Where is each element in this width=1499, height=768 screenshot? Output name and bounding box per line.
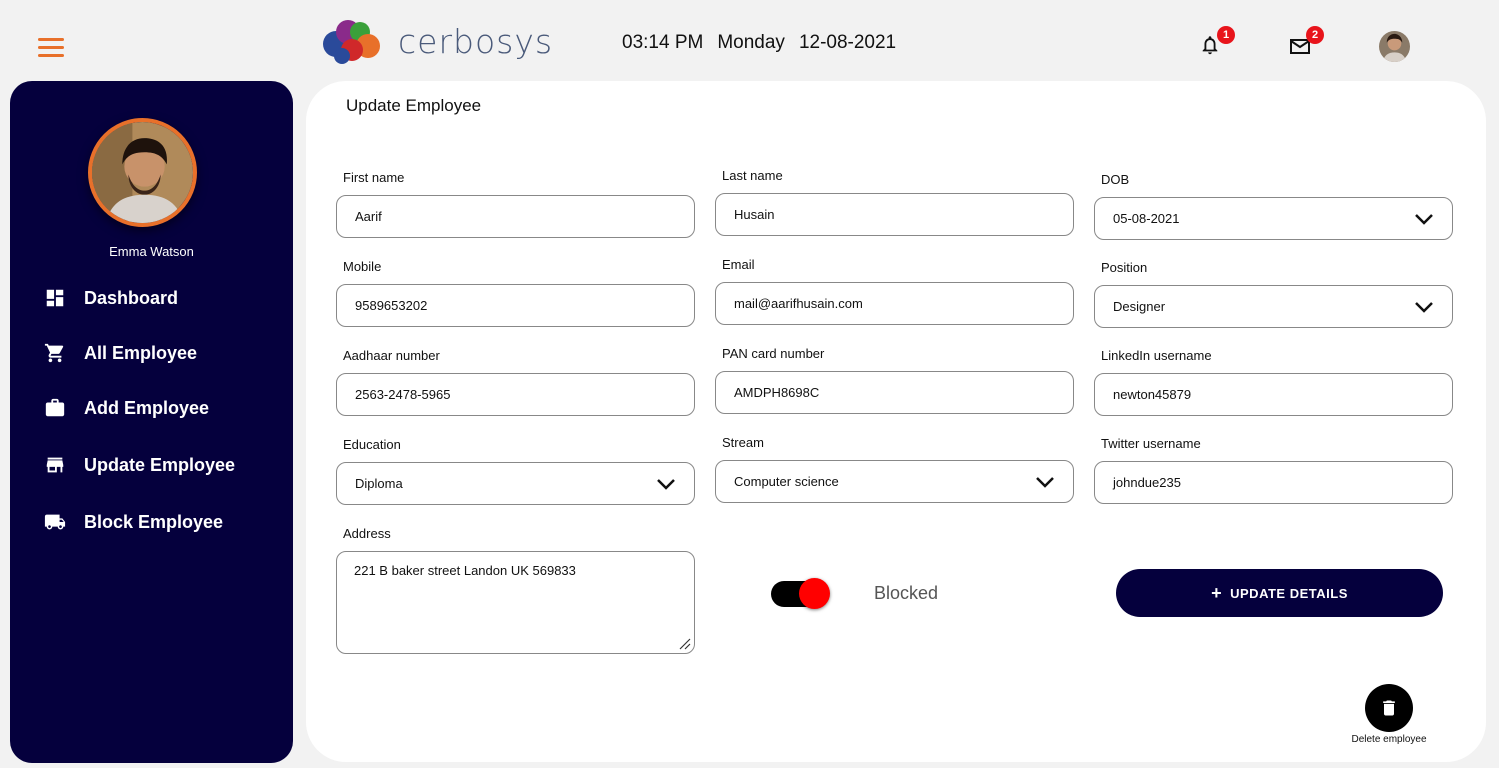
stream-select[interactable]: Computer science: [715, 460, 1074, 503]
chevron-down-icon: [1415, 301, 1433, 313]
twitter-label: Twitter username: [1101, 436, 1201, 451]
notifications-button[interactable]: 1: [1199, 26, 1235, 60]
delete-employee-label: Delete employee: [1351, 734, 1427, 745]
delete-employee-button[interactable]: [1365, 684, 1413, 732]
toggle-knob: [799, 578, 830, 609]
first-name-label: First name: [343, 170, 405, 185]
education-field: Education Diploma: [336, 437, 695, 505]
messages-button[interactable]: 2: [1288, 26, 1324, 60]
blocked-toggle[interactable]: [770, 578, 830, 609]
dob-field: DOB 05-08-2021: [1094, 172, 1453, 240]
dob-select[interactable]: 05-08-2021: [1094, 197, 1453, 240]
pan-field: PAN card number AMDPH8698C: [715, 346, 1074, 414]
logo-text: cerbosys: [398, 21, 554, 61]
sidebar-item-label: Dashboard: [84, 287, 179, 308]
truck-icon: [44, 514, 66, 530]
mobile-field: Mobile 9589653202: [336, 259, 695, 327]
first-name-input[interactable]: Aarif: [336, 195, 695, 238]
sidebar-item-add-employee[interactable]: Add Employee: [44, 397, 209, 419]
aadhaar-label: Aadhaar number: [343, 348, 440, 363]
aadhaar-field: Aadhaar number 2563-2478-5965: [336, 348, 695, 416]
current-date: 12-08-2021: [798, 32, 897, 53]
chevron-down-icon: [1036, 476, 1054, 488]
first-name-value: Aarif: [355, 209, 382, 224]
trash-icon: [1383, 700, 1395, 716]
chevron-down-icon: [657, 478, 675, 490]
pan-input[interactable]: AMDPH8698C: [715, 371, 1074, 414]
aadhaar-value: 2563-2478-5965: [355, 387, 451, 402]
stream-label: Stream: [722, 435, 764, 450]
notification-badge: 1: [1217, 26, 1235, 44]
address-label: Address: [343, 526, 391, 541]
current-day: Monday: [717, 32, 785, 53]
page-title: Update Employee: [346, 96, 482, 115]
first-name-field: First name Aarif: [336, 170, 695, 238]
mobile-input[interactable]: 9589653202: [336, 284, 695, 327]
update-details-button[interactable]: + UPDATE DETAILS: [1116, 569, 1443, 617]
linkedin-label: LinkedIn username: [1101, 348, 1212, 363]
address-value: 221 B baker street Landon UK 569833: [354, 563, 576, 578]
mobile-value: 9589653202: [355, 298, 428, 313]
message-badge: 2: [1306, 26, 1324, 44]
email-input[interactable]: mail@aarifhusain.com: [715, 282, 1074, 325]
resize-handle-icon[interactable]: [677, 636, 691, 650]
menu-icon[interactable]: [38, 38, 64, 58]
dashboard-icon: [46, 289, 64, 307]
education-select[interactable]: Diploma: [336, 462, 695, 505]
last-name-input[interactable]: Husain: [715, 193, 1074, 236]
logo: cerbosys: [320, 16, 553, 66]
last-name-value: Husain: [734, 207, 775, 222]
dob-label: DOB: [1101, 172, 1130, 187]
email-label: Email: [722, 257, 755, 272]
cart-icon: [44, 343, 64, 363]
sidebar-item-label: Block Employee: [84, 511, 224, 532]
last-name-label: Last name: [722, 168, 783, 183]
address-textarea[interactable]: 221 B baker street Landon UK 569833: [336, 551, 695, 654]
position-value: Designer: [1113, 299, 1166, 314]
position-select[interactable]: Designer: [1094, 285, 1453, 328]
sidebar-item-label: Update Employee: [84, 454, 236, 475]
pan-value: AMDPH8698C: [734, 385, 820, 400]
linkedin-field: LinkedIn username newton45879: [1094, 348, 1453, 416]
mobile-label: Mobile: [343, 259, 382, 274]
logo-icon: [323, 20, 380, 64]
sidebar: Emma Watson Dashboard All Employee Add E…: [10, 81, 293, 763]
stream-field: Stream Computer science: [715, 435, 1074, 503]
twitter-value: johndue235: [1113, 475, 1181, 490]
chevron-down-icon: [1415, 213, 1433, 225]
sidebar-item-label: All Employee: [84, 342, 198, 363]
position-label: Position: [1101, 260, 1148, 275]
last-name-field: Last name Husain: [715, 168, 1074, 236]
twitter-input[interactable]: johndue235: [1094, 461, 1453, 504]
sidebar-item-update-employee[interactable]: Update Employee: [44, 454, 235, 476]
plus-icon: +: [1211, 583, 1223, 603]
linkedin-value: newton45879: [1113, 387, 1192, 402]
profile-name: Emma Watson: [109, 244, 194, 259]
pan-label: PAN card number: [722, 346, 825, 361]
sidebar-item-dashboard[interactable]: Dashboard: [44, 287, 178, 309]
dob-value: 05-08-2021: [1113, 211, 1180, 226]
email-field: Email mail@aarifhusain.com: [715, 257, 1074, 325]
position-field: Position Designer: [1094, 260, 1453, 328]
email-value: mail@aarifhusain.com: [734, 296, 863, 311]
address-field: Address 221 B baker street Landon UK 569…: [336, 526, 695, 654]
twitter-field: Twitter username johndue235: [1094, 436, 1453, 504]
store-icon: [46, 457, 64, 473]
education-label: Education: [343, 437, 401, 452]
sidebar-item-all-employee[interactable]: All Employee: [44, 342, 197, 364]
briefcase-icon: [45, 398, 65, 417]
current-time: 03:14 PM: [622, 32, 704, 53]
linkedin-input[interactable]: newton45879: [1094, 373, 1453, 416]
blocked-label: Blocked: [874, 583, 939, 603]
education-value: Diploma: [355, 476, 403, 491]
sidebar-item-block-employee[interactable]: Block Employee: [44, 511, 223, 533]
sidebar-item-label: Add Employee: [84, 397, 210, 418]
aadhaar-input[interactable]: 2563-2478-5965: [336, 373, 695, 416]
stream-value: Computer science: [734, 474, 839, 489]
user-avatar[interactable]: [1379, 31, 1410, 62]
datetime: 03:14 PM Monday 12-08-2021: [622, 32, 896, 54]
profile-avatar[interactable]: [88, 118, 197, 227]
update-details-label: UPDATE DETAILS: [1230, 585, 1348, 601]
